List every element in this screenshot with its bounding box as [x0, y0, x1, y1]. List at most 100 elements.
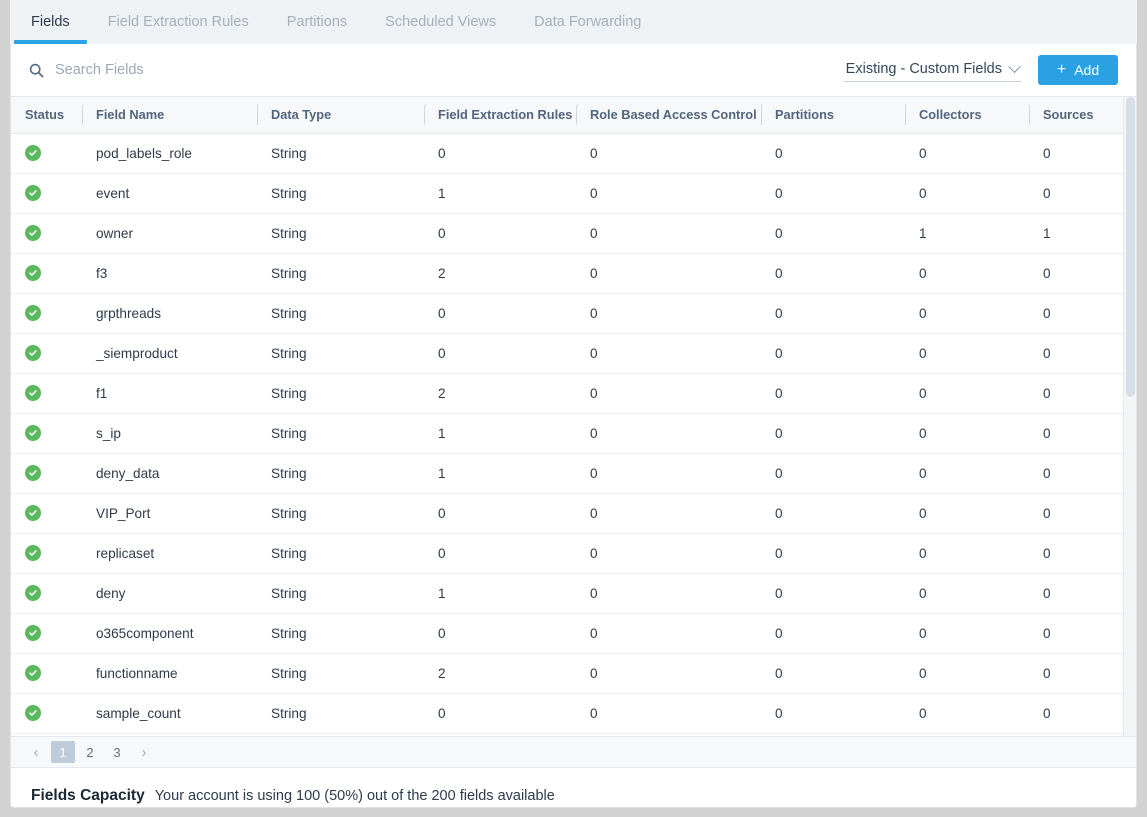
column-header-field-extraction-rules[interactable]: Field Extraction Rules [424, 97, 576, 133]
search-input[interactable] [55, 62, 455, 78]
tab-label: Partitions [287, 14, 347, 30]
check-circle-icon [25, 625, 41, 641]
page-button-2[interactable]: 2 [78, 741, 102, 763]
cell-partitions: 0 [761, 493, 905, 533]
cell-status [11, 213, 82, 253]
cell-sources: 0 [1029, 173, 1125, 213]
table-row[interactable]: eventString10000 [11, 173, 1125, 213]
cell-field-extraction-rules: 1 [424, 573, 576, 613]
check-circle-icon [25, 385, 41, 401]
table-row[interactable]: sample_countString00000 [11, 693, 1125, 733]
column-header-field-name[interactable]: Field Name [82, 97, 257, 133]
table-row[interactable]: deny_dataString10000 [11, 453, 1125, 493]
table-row[interactable]: f1String20000 [11, 373, 1125, 413]
table-row[interactable]: f3String20000 [11, 253, 1125, 293]
cell-role-based-access-control: 0 [576, 493, 761, 533]
column-header-partitions[interactable]: Partitions [761, 97, 905, 133]
page-button-1[interactable]: 1 [51, 741, 75, 763]
check-circle-icon [25, 585, 41, 601]
field-scope-dropdown[interactable]: Existing - Custom Fields [844, 58, 1021, 82]
cell-field-name: grpthreads [82, 293, 257, 333]
cell-data-type: String [257, 453, 424, 493]
chevron-down-icon [1008, 60, 1021, 73]
table-row[interactable]: functionnameString20000 [11, 653, 1125, 693]
cell-field-name: f3 [82, 253, 257, 293]
cell-status [11, 253, 82, 293]
cell-collectors: 0 [905, 573, 1029, 613]
cell-collectors: 0 [905, 293, 1029, 333]
tab-data-forwarding[interactable]: Data Forwarding [515, 0, 660, 44]
tab-label: Fields [31, 14, 70, 30]
cell-partitions: 0 [761, 253, 905, 293]
toolbar: Existing - Custom Fields + Add [11, 44, 1136, 97]
tab-field-extraction-rules[interactable]: Field Extraction Rules [89, 0, 268, 44]
table-row[interactable]: denyString10000 [11, 573, 1125, 613]
column-header-data-type[interactable]: Data Type [257, 97, 424, 133]
cell-status [11, 293, 82, 333]
cell-collectors: 0 [905, 533, 1029, 573]
add-button[interactable]: + Add [1038, 55, 1118, 85]
cell-status [11, 573, 82, 613]
cell-data-type: String [257, 373, 424, 413]
table-row[interactable]: ownerString00011 [11, 213, 1125, 253]
cell-status [11, 493, 82, 533]
column-header-collectors[interactable]: Collectors [905, 97, 1029, 133]
table-row[interactable]: pod_labels_roleString00000 [11, 133, 1125, 173]
cell-field-name: _siemproduct [82, 333, 257, 373]
table-row[interactable]: s_ipString10000 [11, 413, 1125, 453]
table-row[interactable]: replicasetString00000 [11, 533, 1125, 573]
tab-scheduled-views[interactable]: Scheduled Views [366, 0, 515, 44]
cell-data-type: String [257, 413, 424, 453]
cell-partitions: 0 [761, 293, 905, 333]
check-circle-icon [25, 665, 41, 681]
search-container [11, 62, 844, 78]
column-header-role-based-access-control[interactable]: Role Based Access Control [576, 97, 761, 133]
cell-partitions: 0 [761, 653, 905, 693]
cell-role-based-access-control: 0 [576, 573, 761, 613]
tab-label: Field Extraction Rules [108, 14, 249, 30]
cell-status [11, 333, 82, 373]
table-row[interactable]: grpthreadsString00000 [11, 293, 1125, 333]
cell-status [11, 453, 82, 493]
cell-field-extraction-rules: 0 [424, 533, 576, 573]
table-vertical-scrollbar[interactable] [1123, 97, 1136, 736]
cell-data-type: String [257, 173, 424, 213]
check-circle-icon [25, 425, 41, 441]
page-button-3[interactable]: 3 [105, 741, 129, 763]
table-scrollbar-thumb[interactable] [1126, 97, 1135, 397]
cell-partitions: 0 [761, 213, 905, 253]
cell-field-name: o365component [82, 613, 257, 653]
cell-data-type: String [257, 493, 424, 533]
cell-collectors: 0 [905, 253, 1029, 293]
column-header-status[interactable]: Status [11, 97, 82, 133]
check-circle-icon [25, 185, 41, 201]
cell-field-name: deny_data [82, 453, 257, 493]
tab-fields[interactable]: Fields [12, 0, 89, 44]
chevron-right-icon[interactable]: › [132, 741, 156, 763]
cell-collectors: 0 [905, 333, 1029, 373]
cell-field-name: sample_count [82, 693, 257, 733]
cell-field-name: event [82, 173, 257, 213]
table-row[interactable]: o365componentString00000 [11, 613, 1125, 653]
cell-data-type: String [257, 653, 424, 693]
chevron-left-icon[interactable]: ‹ [24, 741, 48, 763]
cell-field-extraction-rules: 1 [424, 453, 576, 493]
cell-role-based-access-control: 0 [576, 413, 761, 453]
cell-status [11, 533, 82, 573]
add-button-label: Add [1074, 62, 1099, 78]
table-row[interactable]: _siemproductString00000 [11, 333, 1125, 373]
cell-field-name: replicaset [82, 533, 257, 573]
column-header-sources[interactable]: Sources [1029, 97, 1125, 133]
cell-collectors: 0 [905, 493, 1029, 533]
cell-field-extraction-rules: 1 [424, 413, 576, 453]
cell-data-type: String [257, 333, 424, 373]
tab-partitions[interactable]: Partitions [268, 0, 366, 44]
cell-status [11, 693, 82, 733]
cell-field-extraction-rules: 0 [424, 293, 576, 333]
table-row[interactable]: VIP_PortString00000 [11, 493, 1125, 533]
cell-field-name: s_ip [82, 413, 257, 453]
tab-label: Data Forwarding [534, 14, 641, 30]
cell-data-type: String [257, 613, 424, 653]
cell-role-based-access-control: 0 [576, 333, 761, 373]
tab-bar: Fields Field Extraction Rules Partitions… [10, 0, 1137, 44]
